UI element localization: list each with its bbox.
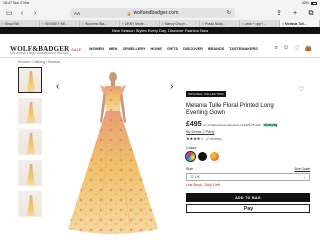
size-label: Size (186, 167, 193, 171)
thumbnail[interactable] (18, 129, 42, 155)
browser-tab[interactable]: × Prada Body... (200, 20, 240, 27)
nav-item-jewellery[interactable]: JEWELLERY (122, 47, 145, 51)
rating-row[interactable]: ★★★★☆ (2 reviews) (186, 136, 310, 142)
browser-tab[interactable]: × zara + opp+... (240, 20, 280, 27)
size-row: Size Size Guide (186, 167, 310, 171)
battery-icon (311, 1, 317, 5)
lock-icon: 🔒 (126, 10, 132, 16)
reader-button[interactable]: AA (74, 11, 80, 16)
colour-swatch-multicolour[interactable] (184, 150, 197, 163)
search-icon[interactable]: ⌕ (275, 45, 278, 52)
close-icon[interactable]: × (282, 22, 284, 26)
nav-item-women[interactable]: WOMEN (89, 47, 104, 51)
thumbnail[interactable] (18, 98, 42, 124)
thumbnail-list (18, 67, 44, 222)
product-title: Melania Tulle Floral Printed Long Evenin… (186, 103, 274, 116)
apple-pay-button[interactable]: Pay (186, 204, 310, 213)
browser-tab[interactable]: × Show Bill (0, 20, 40, 27)
bag-icon[interactable]: 👜 (305, 45, 312, 52)
browser-tab[interactable]: × Womens Bla... (80, 20, 120, 27)
colour-swatch-black[interactable] (198, 152, 207, 161)
collection-badge: ORIGINAL COLLECTION (186, 91, 226, 97)
close-icon[interactable]: × (242, 22, 244, 26)
header-icons: ⌕ ☺ ♡ 👜 (275, 45, 312, 52)
add-to-bag-button[interactable]: ADD TO BAG (186, 193, 310, 202)
colour-swatches (184, 150, 310, 163)
back-icon[interactable]: ‹ (17, 10, 27, 17)
product-details: ORIGINAL COLLECTION ♡ Melania Tulle Flor… (184, 82, 310, 213)
promo-banner[interactable]: New Season Styles Every Day. Discover Fa… (0, 27, 320, 34)
site-tagline: THE WORLD'S BEST INDEPENDENT BRANDS (10, 52, 69, 55)
sidebar-icon[interactable]: ▭ (4, 10, 14, 17)
price-row: £495 or 4 interest-free payments of £123… (186, 121, 310, 128)
apple-pay-label: Pay (243, 205, 254, 212)
share-icon[interactable]: ⇪ (274, 10, 284, 17)
breadcrumb[interactable]: Women / Clothing / Dresses (18, 60, 60, 64)
browser-toolbar: ▭ ‹ › AA 🔒 wolfandbadger.com ↻ ⇪ + ⧉ (0, 6, 320, 20)
low-stock-text: Low Stock - Only 1 left (186, 183, 220, 187)
reload-icon[interactable]: ↻ (227, 10, 231, 16)
forward-icon[interactable]: › (30, 10, 40, 17)
close-icon[interactable]: × (202, 22, 204, 26)
colour-label: Colour (186, 146, 197, 150)
close-icon[interactable]: × (122, 22, 124, 26)
nav-item-discover[interactable]: DISCOVER (183, 47, 203, 51)
tab-strip: × Show Bill × SEINEEY NE... × Womens Bla...… (0, 20, 320, 27)
tabs-icon[interactable]: ⧉ (306, 10, 316, 17)
browser-tab[interactable]: × DKNY Mode... (120, 20, 160, 27)
browser-tab[interactable]: × Nancy Gruyn... (160, 20, 200, 27)
thumbnail[interactable] (18, 160, 42, 186)
size-guide-link[interactable]: Size Guide (294, 167, 310, 171)
wishlist-heart-icon[interactable]: ♡ (299, 86, 304, 93)
nav-item-gifts[interactable]: GIFTS (167, 47, 178, 51)
review-count: (2 reviews) (206, 136, 222, 141)
browser-tab-active[interactable]: × Melania Tull... (280, 20, 320, 27)
chevron-down-icon: ⌄ (302, 175, 306, 179)
designer-link[interactable]: By Dress 2 Party (186, 130, 310, 134)
main-nav: WOMEN MEN JEWELLERY HOME GIFTS DISCOVER … (89, 47, 258, 51)
status-time: 18:47 Sun 2 Mar (3, 1, 30, 5)
heart-icon[interactable]: ♡ (294, 45, 299, 52)
close-icon[interactable]: × (162, 22, 164, 26)
battery-label: 43% (301, 1, 309, 5)
user-icon[interactable]: ☺ (283, 45, 289, 52)
installments-text: or 4 interest-free payments of £123.75 w… (203, 122, 261, 127)
nav-item-home[interactable]: HOME (151, 47, 162, 51)
status-right: 43% (302, 1, 317, 5)
nav-item-brands[interactable]: BRANDS (208, 47, 224, 51)
close-icon[interactable]: × (42, 22, 44, 26)
product-image (68, 72, 158, 234)
size-select[interactable]: 12 UK ⌄ (186, 173, 310, 181)
clearpay-logo[interactable]: clearpay (262, 122, 279, 127)
nav-item-men[interactable]: MEN (109, 47, 117, 51)
colour-swatch-orange[interactable] (210, 152, 219, 161)
site-header: WOLF&BADGER SALE THE WORLD'S BEST INDEPEN… (0, 34, 320, 58)
star-rating: ★★★★☆ (186, 137, 205, 141)
browser-tab[interactable]: × SEINEEY NE... (40, 20, 80, 27)
address-bar[interactable]: AA 🔒 wolfandbadger.com ↻ (70, 8, 235, 18)
product-price: £495 (186, 121, 202, 128)
close-icon[interactable]: × (2, 22, 4, 26)
thumbnail[interactable] (18, 67, 42, 93)
nav-item-tastemakers[interactable]: TASTEMAKERS (229, 47, 258, 51)
logo-sale: SALE (71, 48, 82, 52)
plus-icon[interactable]: + (290, 10, 300, 17)
url-text: wolfandbadger.com (133, 10, 179, 16)
close-icon[interactable]: × (82, 22, 84, 26)
thumbnail[interactable] (18, 191, 42, 217)
size-value: 12 UK (190, 175, 200, 179)
